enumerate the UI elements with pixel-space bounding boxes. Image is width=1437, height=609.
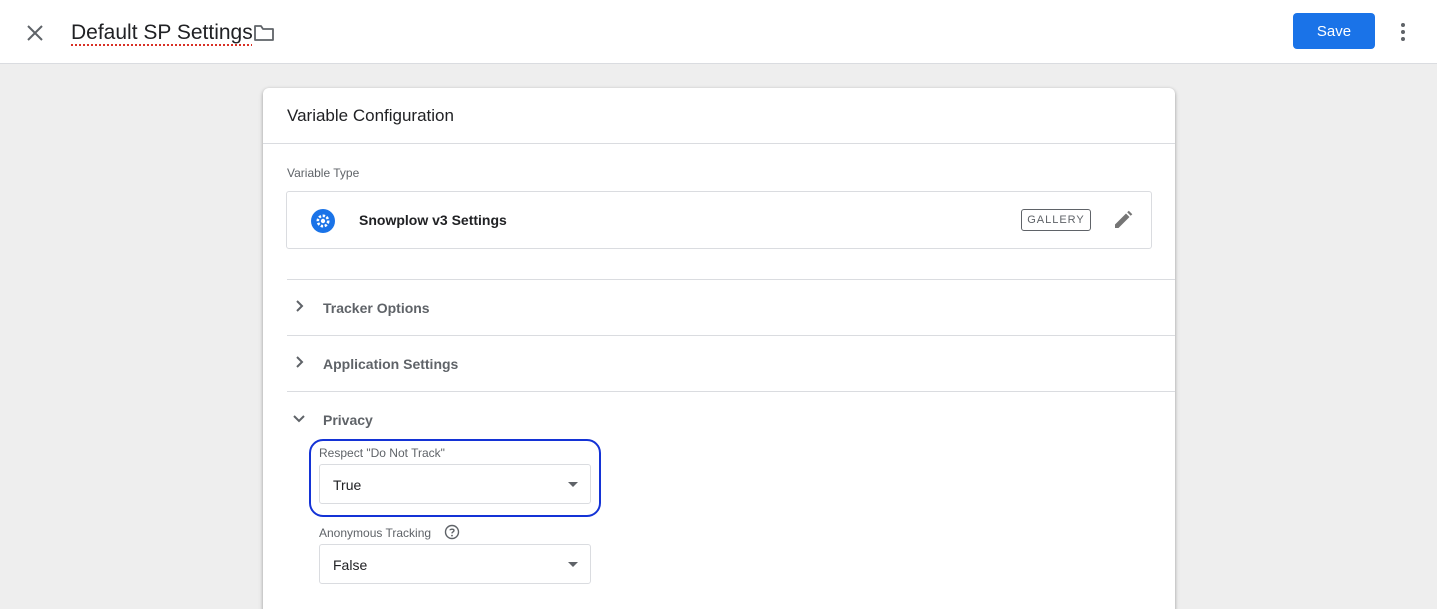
section-label: Application Settings [323,356,459,372]
variable-type-label: Variable Type [287,166,360,180]
gear-icon [311,209,335,233]
dropdown-arrow-icon [568,562,578,567]
edit-pencil-icon[interactable] [1112,209,1134,231]
chevron-down-icon [293,415,305,423]
help-circle-icon[interactable] [444,524,460,540]
dropdown-arrow-icon [568,482,578,487]
chevron-right-icon [296,300,304,312]
variable-type-selector[interactable]: Snowplow v3 Settings GALLERY [286,191,1152,249]
anonymous-tracking-select[interactable]: False [319,544,591,584]
anonymous-tracking-value: False [333,557,368,573]
dnt-select[interactable]: True [319,464,591,504]
page-title[interactable]: Default SP Settings [71,19,253,47]
variable-type-name: Snowplow v3 Settings [359,212,507,228]
chevron-right-icon [296,356,304,368]
folder-icon[interactable] [252,21,276,45]
card-header: Variable Configuration [263,88,1175,144]
dnt-label: Respect "Do Not Track" [319,446,445,460]
section-application-settings[interactable]: Application Settings [287,335,1175,391]
dnt-value: True [333,477,362,493]
anonymous-tracking-label: Anonymous Tracking [319,526,432,540]
section-tracker-options[interactable]: Tracker Options [287,279,1175,335]
card-title: Variable Configuration [287,106,454,125]
section-label: Tracker Options [323,300,430,316]
gallery-badge[interactable]: GALLERY [1021,209,1091,231]
save-button[interactable]: Save [1293,13,1375,49]
section-label: Privacy [323,412,373,428]
top-bar: Default SP Settings Save [0,0,1437,64]
close-icon[interactable] [22,20,48,46]
more-vert-icon[interactable] [1391,20,1415,44]
